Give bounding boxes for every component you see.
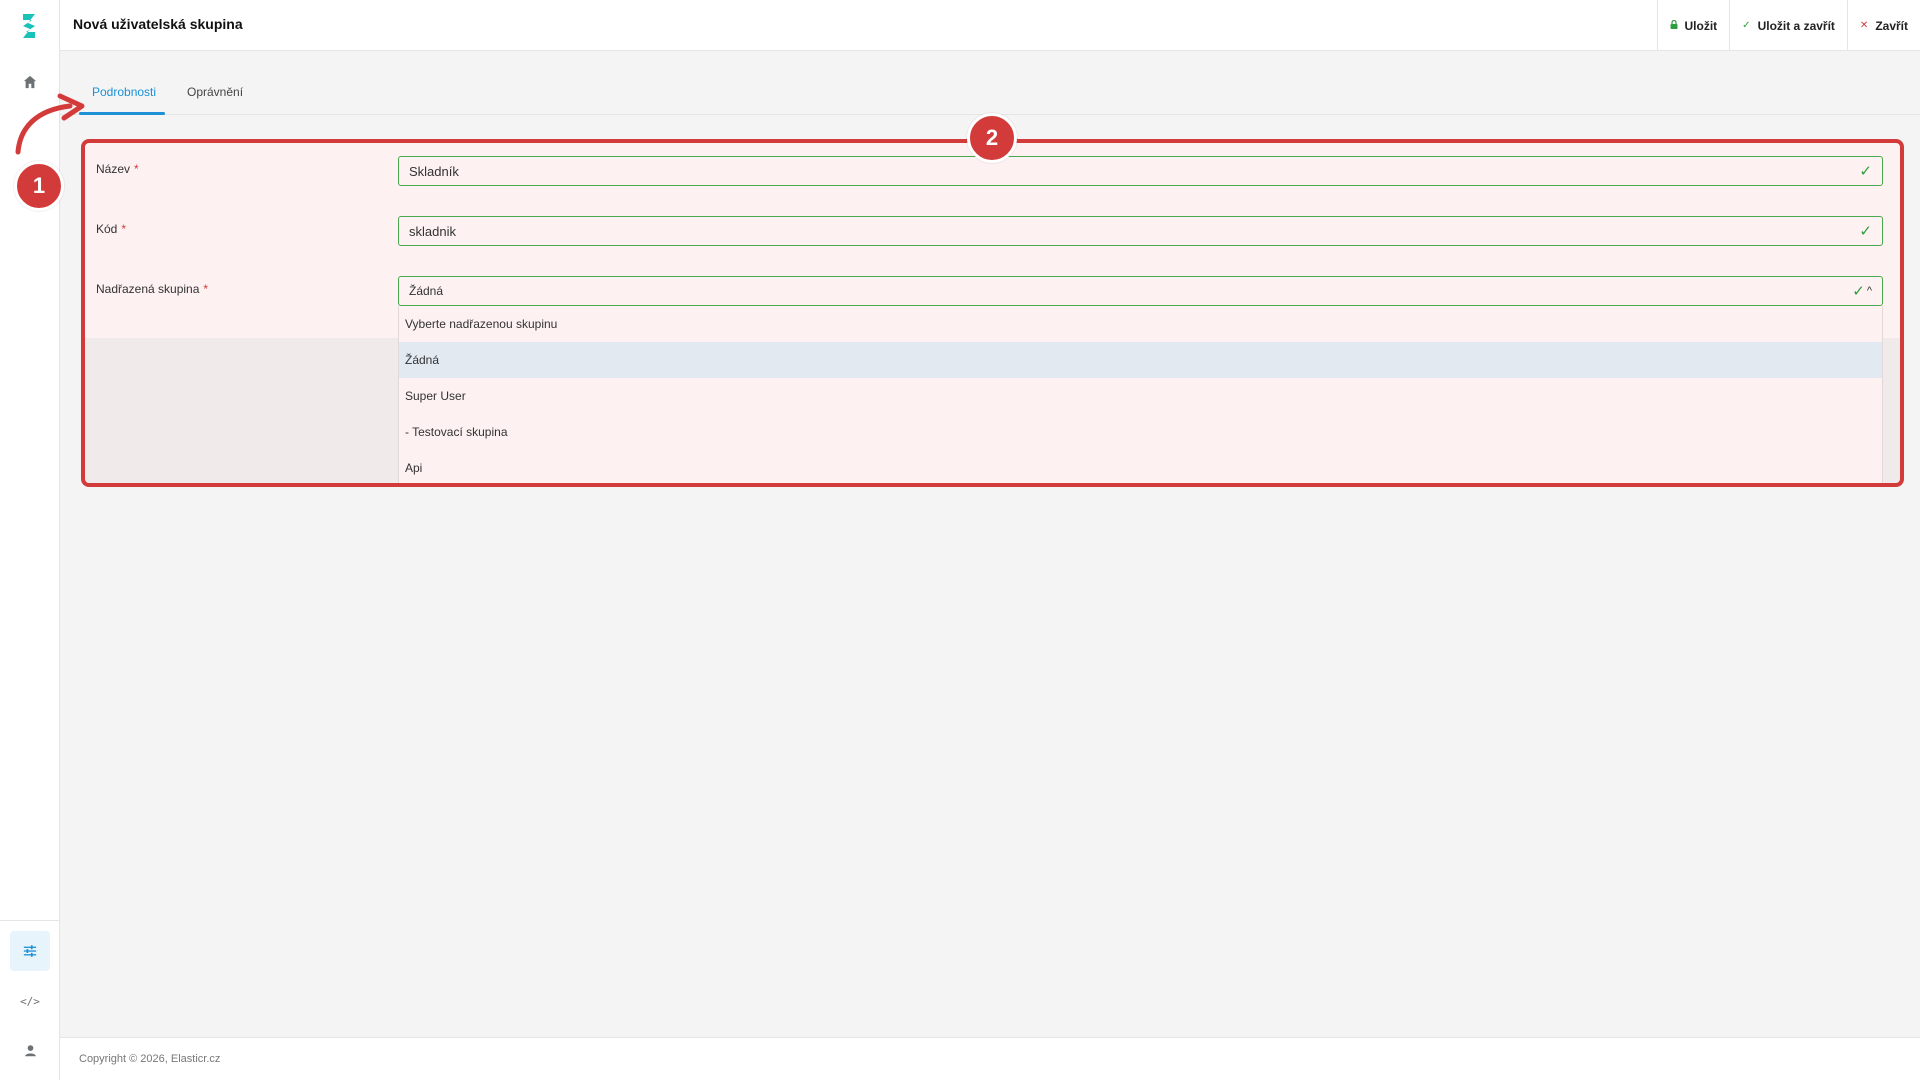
active-tab-indicator [79,112,165,115]
header-actions: Uložit ✓ Uložit a zavřít ✕ Zavřít [1656,0,1920,51]
required-mark: * [121,222,127,236]
code-label-text: Kód [96,222,118,236]
required-mark: * [134,162,139,176]
tab-details[interactable]: Podrobnosti [92,85,156,99]
code-field[interactable]: skladnik ✓ [398,216,1883,246]
dropdown-option[interactable]: Api [399,450,1882,483]
code-field-value: skladnik [409,223,456,239]
code-icon[interactable]: </> [19,990,41,1012]
save-and-close-button[interactable]: ✓ Uložit a zavřít [1729,0,1847,51]
chevron-up-icon[interactable]: ^ [1867,285,1872,297]
valid-check-icon: ✓ [1859,163,1872,180]
page-footer: Copyright © 2026, Elasticr.cz [60,1037,1920,1080]
tab-bar: Podrobnosti Oprávnění [60,51,1920,115]
parent-group-label-text: Nadřazená skupina [96,282,200,296]
sidebar-divider [0,920,60,921]
page-title: Nová uživatelská skupina [73,16,243,32]
annotation-arrow-icon [15,93,85,155]
close-button-label: Zavřít [1875,18,1908,33]
name-field[interactable]: Skladník ✓ [398,156,1883,186]
dropdown-option[interactable]: Super User [399,378,1882,414]
annotation-badge-2: 2 [967,113,1017,163]
parent-group-value: Žádná [409,284,444,298]
parent-group-label: Nadřazená skupina * [96,282,208,296]
save-and-close-label: Uložit a zavřít [1757,18,1835,33]
required-mark: * [203,282,209,296]
copyright-text: Copyright © 2026, Elasticr.cz [79,1053,221,1065]
name-label: Název * [96,162,139,176]
parent-group-select[interactable]: Žádná ✓ ^ [398,276,1883,306]
dropdown-option[interactable]: Vyberte nadřazenou skupinu [399,306,1882,342]
save-button[interactable]: Uložit [1656,0,1730,51]
check-icon: ✓ [1742,20,1751,31]
tab-permissions[interactable]: Oprávnění [187,85,243,99]
code-label: Kód * [96,222,126,236]
name-field-value: Skladník [409,163,459,179]
close-icon: ✕ [1859,20,1869,31]
valid-check-icon: ✓ [1852,283,1865,300]
annotation-badge-1: 1 [14,161,64,211]
save-button-label: Uložit [1684,18,1718,33]
name-label-text: Název [96,162,131,176]
lock-icon [1670,19,1678,32]
close-button[interactable]: ✕ Zavřít [1846,0,1920,51]
elasticr-logo-icon[interactable] [20,11,40,41]
parent-group-dropdown: Vyberte nadřazenou skupinu Žádná Super U… [398,306,1883,483]
dropdown-option[interactable]: - Testovací skupina [399,414,1882,450]
user-icon[interactable] [19,1039,41,1061]
settings-sliders-icon[interactable] [10,931,50,971]
valid-check-icon: ✓ [1859,223,1872,240]
page-header: Nová uživatelská skupina Uložit ✓ Uložit… [60,0,1920,51]
dropdown-option-selected[interactable]: Žádná [399,342,1882,378]
